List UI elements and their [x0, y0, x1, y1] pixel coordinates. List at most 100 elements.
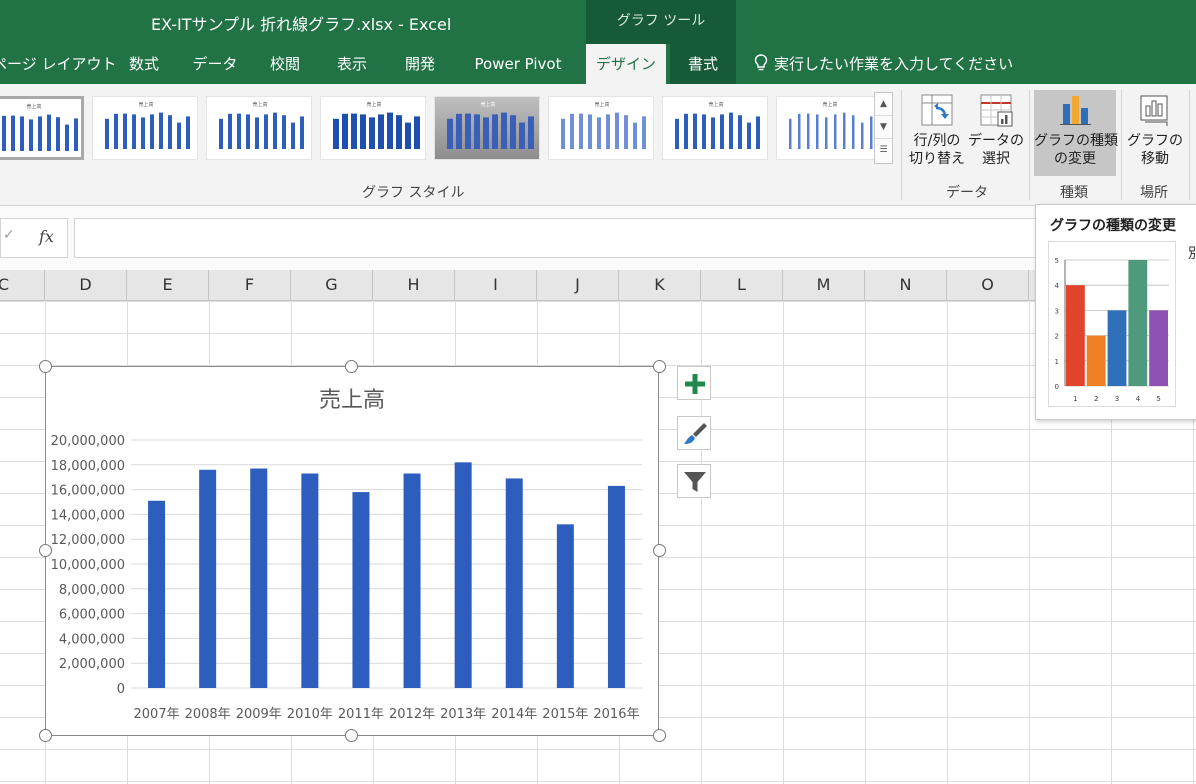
column-header-i[interactable]: I — [455, 270, 537, 301]
bar-2013年[interactable] — [454, 462, 472, 688]
column-header-d[interactable]: D — [45, 270, 127, 301]
tab-page-layout[interactable]: ページ レイアウト — [0, 44, 116, 84]
chart-style-bar — [720, 114, 724, 149]
resize-handle-right[interactable] — [653, 544, 666, 557]
bar-2010年[interactable] — [301, 473, 319, 688]
tab-view[interactable]: 表示 — [326, 44, 378, 84]
chart-style-6[interactable]: 売上高 — [548, 96, 654, 160]
preview-bar-chart: 0 1 2 3 4 5 1 2 3 4 5 — [1055, 257, 1169, 403]
gallery-scroll[interactable]: ▲ ▼ ☰ — [874, 92, 893, 164]
chart-style-3[interactable]: 売上高 — [206, 96, 312, 160]
formula-input[interactable] — [74, 218, 1196, 258]
bar-2009年[interactable] — [250, 468, 268, 688]
tab-developer[interactable]: 開発 — [394, 44, 446, 84]
tab-power-pivot[interactable]: Power Pivot — [462, 44, 574, 84]
resize-handle-top-right[interactable] — [653, 360, 666, 373]
chart-style-bar — [861, 122, 864, 149]
resize-handle-bottom-left[interactable] — [39, 729, 52, 742]
bar-2012年[interactable] — [403, 473, 421, 688]
column-header-c[interactable]: C — [0, 270, 45, 301]
chart-style-bar — [291, 122, 295, 149]
gallery-down-icon[interactable]: ▼ — [875, 116, 892, 139]
chart-style-bar — [684, 113, 688, 149]
chart-style-bar — [729, 112, 733, 149]
column-header-g[interactable]: G — [291, 270, 373, 301]
chart-style-bar — [282, 115, 286, 149]
chart-style-bar — [852, 115, 855, 149]
chart-elements-button[interactable] — [677, 366, 711, 400]
preview-y-tick: 3 — [1055, 307, 1059, 315]
column-header-j[interactable]: J — [537, 270, 619, 301]
move-chart-icon — [1140, 95, 1168, 126]
chart-style-bar — [798, 113, 801, 149]
resize-handle-top[interactable] — [345, 360, 358, 373]
chart-style-bar — [519, 122, 525, 149]
column-header-f[interactable]: F — [209, 270, 291, 301]
chart-style-bar — [74, 118, 78, 151]
move-chart-button[interactable]: グラフの 移動 — [1126, 90, 1184, 176]
chart-style-bar — [219, 118, 223, 149]
tab-review[interactable]: 校閲 — [260, 44, 310, 84]
preview-y-tick: 1 — [1055, 358, 1059, 366]
resize-handle-bottom-right[interactable] — [653, 729, 666, 742]
chart-style-bar — [465, 113, 471, 149]
chart-title[interactable]: 売上高 — [319, 388, 385, 413]
window-title: EX-ITサンプル 折れ線グラフ.xlsx - Excel — [151, 15, 452, 34]
column-header-m[interactable]: M — [783, 270, 865, 301]
preview-bar-1 — [1066, 285, 1085, 386]
chart-filters-button[interactable] — [677, 464, 711, 498]
tab-formulas[interactable]: 数式 — [118, 44, 170, 84]
tell-me-box[interactable]: 実行したい作業を入力してください — [754, 44, 1013, 84]
bar-2015年[interactable] — [556, 524, 574, 688]
bar-chart: 売上高 0 2,000,000 4,000,000 6,000,000 8,000,000… — [51, 388, 642, 722]
chart-tools-label: グラフ ツール — [616, 13, 706, 29]
chart-style-title: 売上高 — [138, 101, 153, 108]
switch-row-column-button[interactable]: 行/列の 切り替え — [906, 90, 968, 176]
chart-style-bar — [633, 122, 637, 149]
chart-style-4[interactable]: 売上高 — [320, 96, 426, 160]
tab-design[interactable]: デザイン — [586, 44, 666, 84]
insert-function-icon[interactable]: fx — [39, 227, 54, 246]
column-header-e[interactable]: E — [127, 270, 209, 301]
column-header-o[interactable]: O — [947, 270, 1029, 301]
column-header-l[interactable]: L — [701, 270, 783, 301]
chart-style-7[interactable]: 売上高 — [662, 96, 768, 160]
chart-styles-button[interactable] — [677, 416, 711, 450]
bar-2008年[interactable] — [199, 469, 217, 688]
chart-style-title: 売上高 — [26, 103, 41, 110]
resize-handle-left[interactable] — [39, 544, 52, 557]
column-header-n[interactable]: N — [865, 270, 947, 301]
chart-style-bar — [351, 113, 357, 149]
bar-2014年[interactable] — [505, 478, 523, 688]
resize-handle-bottom[interactable] — [345, 729, 358, 742]
enter-icon[interactable]: ✓ — [3, 227, 15, 243]
y-tick-label: 0 — [117, 682, 125, 697]
column-header-h[interactable]: H — [373, 270, 455, 301]
chart-style-bar — [333, 118, 339, 149]
tooltip-title: グラフの種類の変更 — [1050, 218, 1176, 234]
resize-handle-top-left[interactable] — [39, 360, 52, 373]
y-tick-label: 14,000,000 — [51, 508, 125, 523]
select-data-icon — [980, 94, 1013, 127]
bar-2011年[interactable] — [352, 492, 370, 688]
column-header-k[interactable]: K — [619, 270, 701, 301]
chart-style-bar — [300, 116, 304, 149]
chart-style-bar — [414, 116, 420, 149]
chart-style-bar — [141, 117, 145, 149]
bar-2007年[interactable] — [148, 500, 166, 688]
chart-style-bar — [360, 114, 366, 149]
chart-style-1[interactable]: 売上高 — [0, 96, 84, 160]
chart-styles-group-label: グラフ スタイル — [362, 185, 465, 201]
tab-format[interactable]: 書式 — [670, 44, 736, 84]
tab-data[interactable]: データ — [186, 44, 244, 84]
bar-2016年[interactable] — [607, 485, 625, 688]
chart-style-2[interactable]: 売上高 — [92, 96, 198, 160]
change-chart-type-button[interactable]: グラフの種類 の変更 — [1034, 90, 1118, 176]
chart-style-8[interactable]: 売上高 — [776, 96, 882, 160]
gallery-more-icon[interactable]: ☰ — [875, 139, 892, 162]
chart-style-bar — [789, 118, 792, 149]
chart-style-5[interactable]: 売上高 — [434, 96, 540, 160]
select-data-button[interactable]: データの 選択 — [968, 90, 1024, 176]
gallery-up-icon[interactable]: ▲ — [875, 93, 892, 116]
chart-area[interactable]: 売上高 0 2,000,000 4,000,000 6,000,000 8,000,000… — [45, 366, 659, 736]
